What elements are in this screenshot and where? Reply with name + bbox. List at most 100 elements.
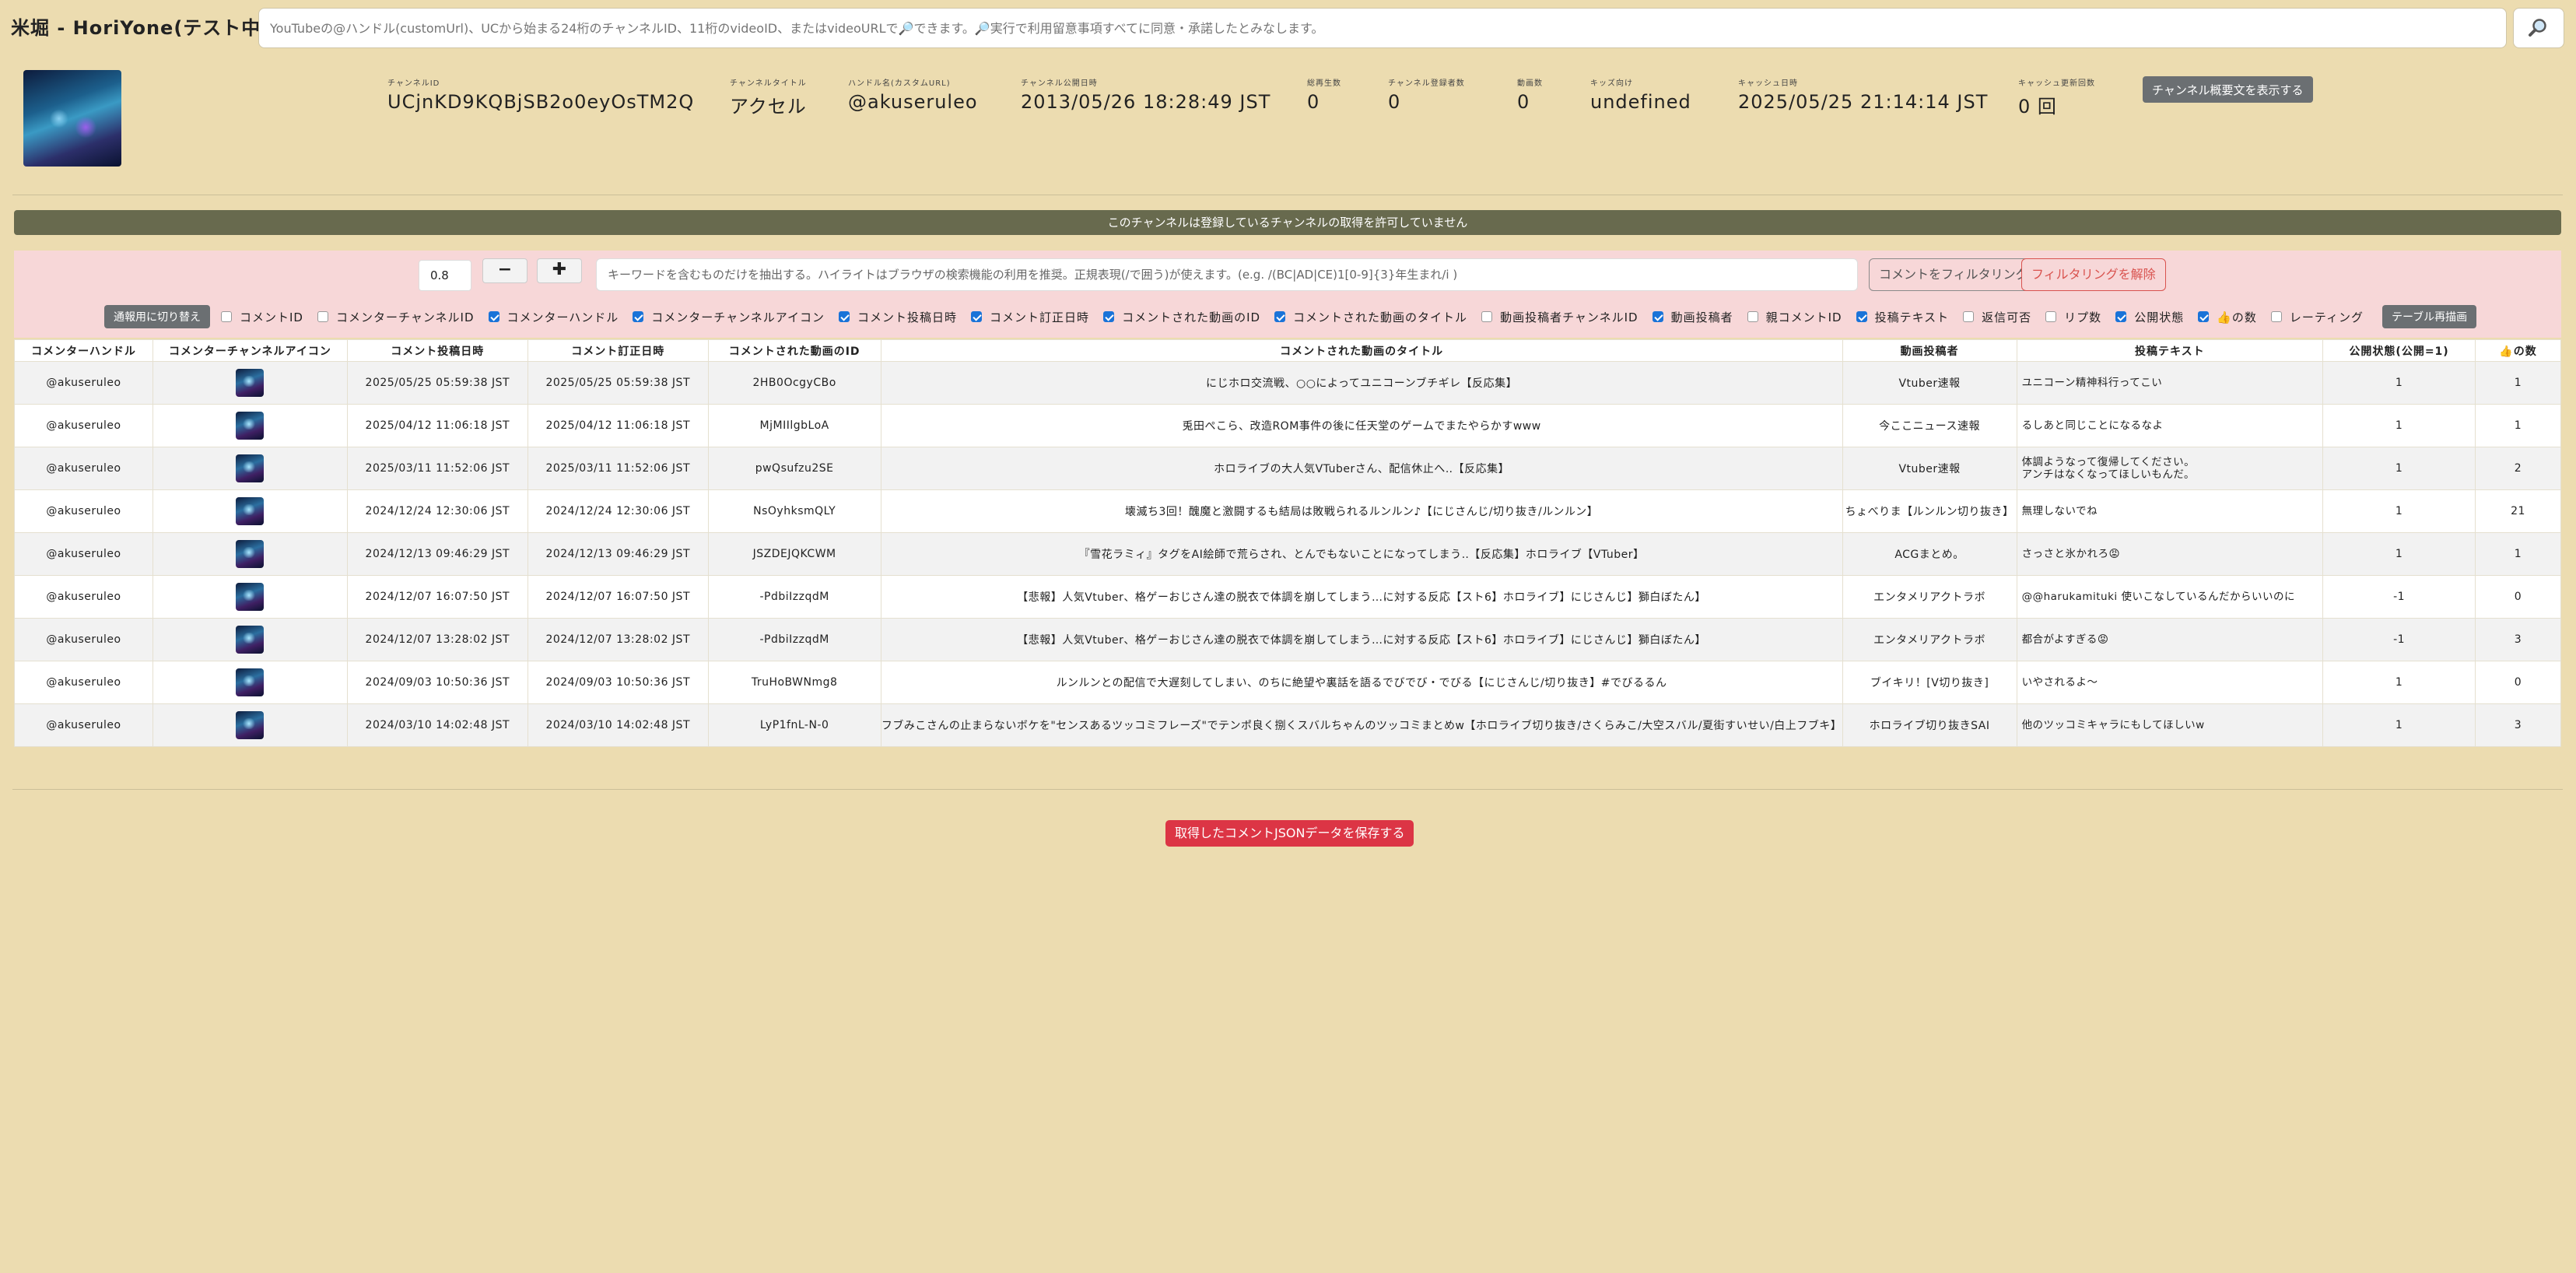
checkbox[interactable] (1747, 311, 1758, 322)
report-mode-toggle[interactable]: 通報用に切り替え (104, 305, 210, 328)
checkbox[interactable] (2270, 311, 2282, 322)
visibility-cell: -1 (2322, 575, 2476, 619)
column-header[interactable]: 投稿テキスト (2016, 339, 2324, 362)
redraw-table-button[interactable]: テーブル再描画 (2382, 305, 2477, 328)
checkbox-label: 動画投稿者チャンネルID (1500, 310, 1638, 324)
column-header[interactable]: コメンターチャンネルアイコン (152, 339, 348, 362)
column-header[interactable]: コメント投稿日時 (346, 339, 528, 362)
column-header[interactable]: 👍の数 (2475, 339, 2561, 362)
clear-filter-button[interactable]: フィルタリングを解除 (2021, 258, 2166, 291)
checkbox[interactable] (971, 311, 983, 322)
commenter-avatar[interactable] (236, 711, 265, 739)
column-header[interactable]: コメント訂正日時 (527, 339, 709, 362)
column-toggle-edited-at[interactable]: コメント訂正日時 (971, 309, 1089, 325)
comment-text-cell: るしあと同じことになるなよ (2016, 404, 2324, 447)
comment-text-cell: さっさと氷かれろ😡 (2016, 532, 2324, 576)
keyword-filter-input[interactable]: キーワードを含むものだけを抽出する。ハイライトはブラウザの検索機能の利用を推奨。… (596, 258, 1858, 291)
checkbox[interactable] (1652, 311, 1663, 322)
column-toggle-likes[interactable]: 👍の数 (2198, 309, 2257, 325)
checkbox[interactable] (2115, 311, 2127, 322)
commenter-avatar[interactable] (236, 668, 265, 696)
search-input[interactable] (258, 8, 2507, 48)
commenter-avatar[interactable] (236, 497, 265, 525)
commenter-avatar[interactable] (236, 412, 265, 440)
save-json-button[interactable]: 取得したコメントJSONデータを保存する (1165, 820, 1414, 847)
video-id-cell: -PdbiIzzqdM (707, 575, 881, 619)
column-toggle-text[interactable]: 投稿テキスト (1856, 309, 1950, 325)
checkbox[interactable] (1274, 311, 1286, 322)
commenter-avatar[interactable] (236, 540, 265, 568)
visibility-cell: 1 (2322, 489, 2476, 533)
field-value: 0 (1307, 91, 1320, 113)
search-button[interactable] (2513, 8, 2564, 48)
commenter-icon-cell (152, 361, 348, 405)
column-toggle-uploader-channel-id[interactable]: 動画投稿者チャンネルID (1481, 309, 1638, 325)
table-row: @akuseruleo 2025/05/25 05:59:38 JST 2025/0… (14, 361, 2561, 405)
table-header-row: コメンターハンドル コメンターチャンネルアイコン コメント投稿日時 コメント訂正… (14, 339, 2561, 362)
plus-button[interactable]: ✚ (537, 258, 582, 283)
video-id-cell: -PdbiIzzqdM (707, 618, 881, 661)
checkbox[interactable] (2198, 311, 2210, 322)
video-title-cell: にじホロ交流戦、○○によってユニコーンブチギレ【反応集】 (880, 361, 1843, 405)
visibility-cell: 1 (2322, 532, 2476, 576)
column-header[interactable]: コメントされた動画のタイトル (880, 339, 1843, 362)
column-toggle-visibility[interactable]: 公開状態 (2115, 309, 2184, 325)
column-toggle-comment-id[interactable]: コメントID (221, 309, 303, 325)
commenter-handle-cell: @akuseruleo (14, 361, 153, 405)
checkbox-label: 動画投稿者 (1670, 310, 1733, 324)
checkbox[interactable] (221, 311, 232, 322)
column-toggle-rating[interactable]: レーティング (2270, 309, 2364, 325)
column-toggle-commenter-channel-id[interactable]: コメンターチャンネルID (317, 309, 475, 325)
column-header[interactable]: コメントされた動画のID (707, 339, 881, 362)
commenter-handle-cell: @akuseruleo (14, 661, 153, 704)
magnifier-icon (2529, 19, 2546, 37)
commenter-avatar[interactable] (236, 369, 265, 397)
checkbox[interactable] (1963, 311, 1975, 322)
column-toggle-parent-comment-id[interactable]: 親コメントID (1747, 309, 1842, 325)
checkbox[interactable] (488, 311, 499, 322)
edited-at-cell: 2024/12/24 12:30:06 JST (527, 489, 709, 533)
column-toggle-reply-count[interactable]: リプ数 (2045, 309, 2101, 325)
checkbox[interactable] (633, 311, 644, 322)
column-toggle-can-reply[interactable]: 返信可否 (1963, 309, 2031, 325)
like-count-cell: 0 (2475, 661, 2561, 704)
video-id-cell: MjMIIlgbLoA (707, 404, 881, 447)
field-label: ハンドル名(カスタムURL) (848, 79, 951, 88)
column-header[interactable]: 動画投稿者 (1842, 339, 2017, 362)
checkbox-label: 投稿テキスト (1874, 310, 1950, 324)
column-header[interactable]: コメンターハンドル (14, 339, 153, 362)
show-description-button[interactable]: チャンネル概要文を表示する (2143, 76, 2313, 103)
opacity-input[interactable]: 0.8 (419, 260, 471, 291)
field-value: 0 回 (2018, 96, 2057, 117)
column-toggle-commenter-handle[interactable]: コメンターハンドル (488, 309, 619, 325)
column-toggle-posted-at[interactable]: コメント投稿日時 (839, 309, 957, 325)
top-bar: 米堀 - HoriYone(テスト中) (0, 0, 2576, 56)
column-toggle-uploader[interactable]: 動画投稿者 (1652, 309, 1733, 325)
minus-button[interactable]: − (482, 258, 527, 283)
checkbox[interactable] (317, 311, 328, 322)
column-toggle-video-title[interactable]: コメントされた動画のタイトル (1274, 309, 1467, 325)
channel-published-field: チャンネル公開日時 2013/05/26 18:28:49 JST (1021, 76, 1270, 113)
video-title-cell: ホロライブの大人気VTuberさん、配信休止へ‥【反応集】 (880, 447, 1843, 490)
commenter-avatar[interactable] (236, 454, 265, 482)
commenter-icon-cell (152, 575, 348, 619)
checkbox[interactable] (1856, 311, 1867, 322)
field-label: 動画数 (1517, 79, 1543, 88)
video-title-cell: 【悲報】人気Vtuber、格ゲーおじさん達の脱衣で体調を崩してしまう…に対する反… (880, 618, 1843, 661)
commenter-avatar[interactable] (236, 583, 265, 611)
checkbox[interactable] (1103, 311, 1115, 322)
column-header[interactable]: 公開状態(公開=1) (2322, 339, 2476, 362)
checkbox[interactable] (839, 311, 850, 322)
field-label: キャッシュ更新回数 (2018, 79, 2095, 88)
column-toggle-video-id[interactable]: コメントされた動画のID (1103, 309, 1260, 325)
checkbox-label: コメントされた動画のタイトル (1293, 310, 1468, 324)
commenter-icon-cell (152, 447, 348, 490)
field-label: チャンネルID (387, 79, 440, 88)
column-toggle-commenter-icon[interactable]: コメンターチャンネルアイコン (633, 309, 825, 325)
uploader-cell: エンタメリアクトラボ (1842, 618, 2017, 661)
checkbox[interactable] (1481, 311, 1493, 322)
commenter-icon-cell (152, 532, 348, 576)
filter-comments-button[interactable]: コメントをフィルタリング (1869, 258, 2038, 291)
commenter-avatar[interactable] (236, 626, 265, 654)
checkbox[interactable] (2045, 311, 2057, 322)
